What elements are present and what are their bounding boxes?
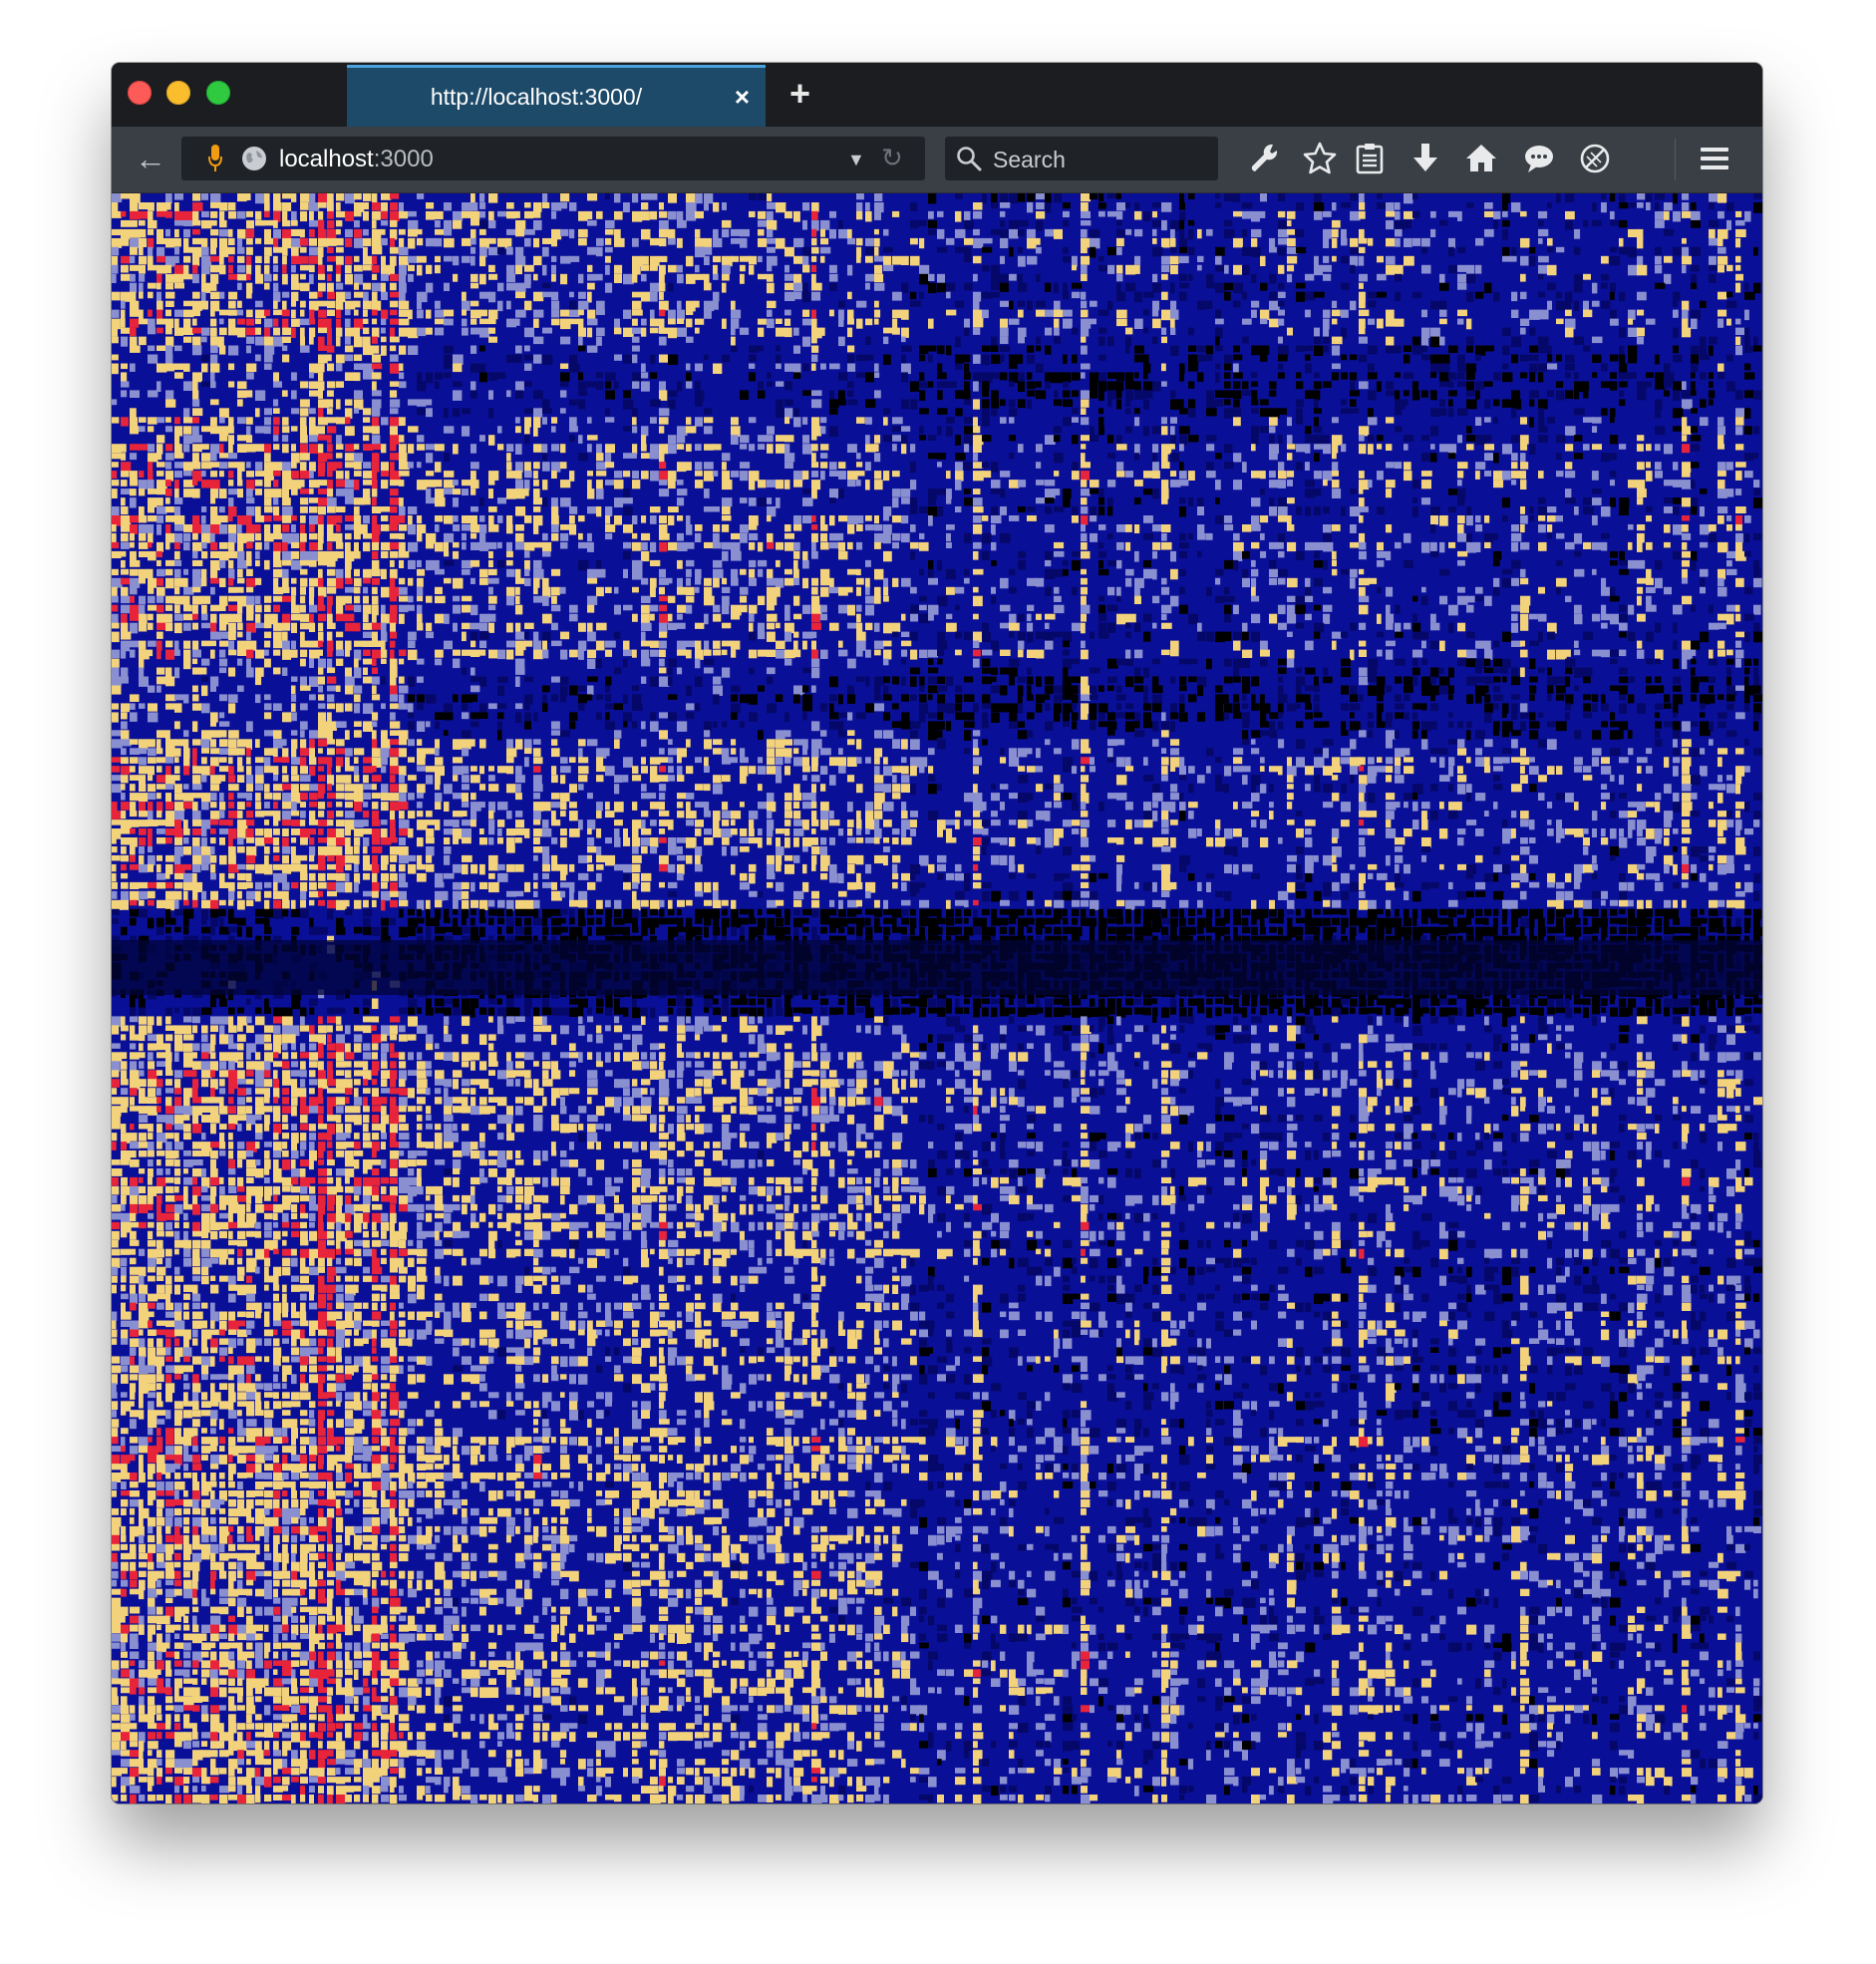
download-icon[interactable] — [1406, 139, 1445, 178]
minimize-window-button[interactable] — [166, 81, 190, 105]
spectrogram-heatmap — [112, 193, 1762, 1803]
search-bar[interactable]: Search — [945, 137, 1218, 180]
menu-icon[interactable] — [1695, 139, 1734, 178]
history-dropdown-icon[interactable]: ▼ — [847, 150, 865, 170]
page-content — [112, 193, 1762, 1803]
star-icon[interactable] — [1300, 139, 1340, 178]
back-button[interactable]: ← — [122, 137, 179, 180]
url-port: :3000 — [373, 146, 434, 172]
clipboard-icon[interactable] — [1350, 139, 1390, 178]
tab-title: http://localhost:3000/ — [430, 84, 643, 110]
search-input[interactable]: Search — [993, 147, 1066, 173]
browser-window: http://localhost:3000/ × + ← localhost:3… — [112, 63, 1762, 1803]
wrench-icon[interactable] — [1246, 139, 1286, 178]
home-icon[interactable] — [1461, 139, 1501, 178]
url-host: localhost — [279, 146, 374, 172]
zoom-window-button[interactable] — [206, 81, 230, 105]
block-icon[interactable] — [1575, 139, 1615, 178]
toolbar-divider — [1675, 139, 1676, 180]
close-window-button[interactable] — [128, 81, 152, 105]
globe-icon[interactable] — [241, 146, 267, 171]
title-bar: http://localhost:3000/ × + — [112, 63, 1762, 127]
url-text[interactable]: localhost:3000 — [279, 146, 434, 173]
new-tab-button[interactable]: + — [789, 73, 810, 115]
tab-close-icon[interactable]: × — [735, 82, 750, 113]
tab-localhost[interactable]: http://localhost:3000/ × — [347, 65, 766, 127]
url-bar[interactable]: localhost:3000 ▼ ↻ — [181, 137, 925, 180]
microphone-icon[interactable] — [207, 144, 223, 173]
navigation-toolbar: ← localhost:3000 ▼ ↻ Search — [112, 127, 1762, 194]
search-icon — [957, 147, 982, 171]
chat-icon[interactable] — [1519, 139, 1559, 178]
reload-icon[interactable]: ↻ — [881, 143, 903, 173]
